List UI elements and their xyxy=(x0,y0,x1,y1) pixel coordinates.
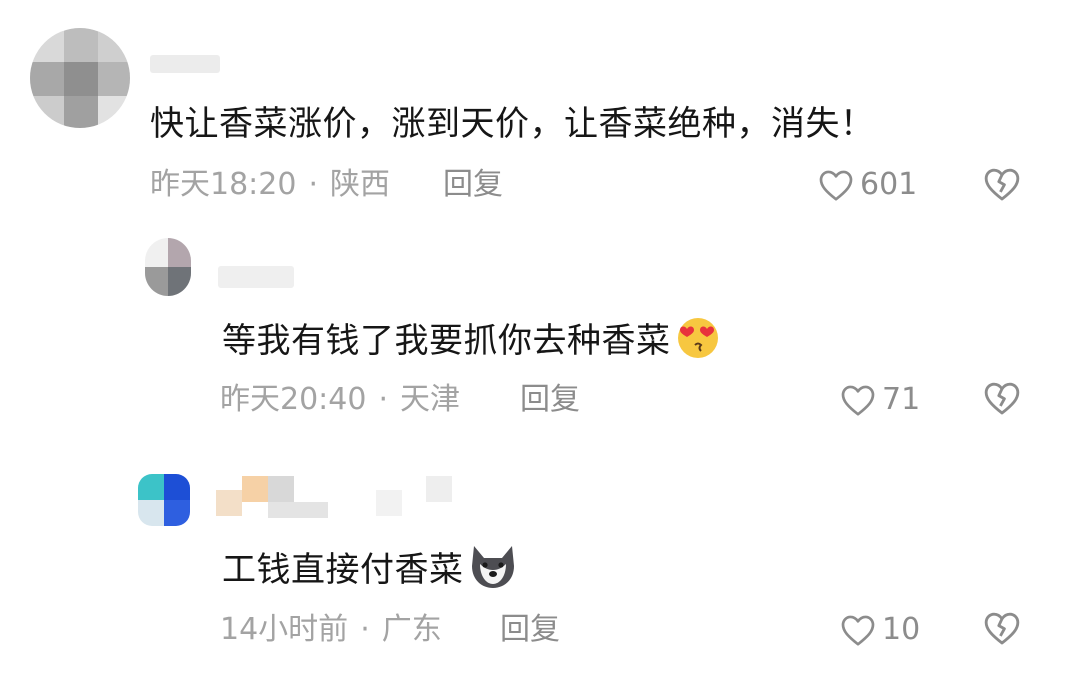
dislike-button[interactable] xyxy=(983,380,1021,420)
avatar[interactable] xyxy=(138,474,190,526)
comment-meta: 14小时前 · 广东 xyxy=(220,610,442,650)
comment-location: 广东 xyxy=(381,612,442,647)
username-blurred[interactable] xyxy=(216,476,452,518)
reply-button[interactable]: 回复 xyxy=(443,165,503,205)
heart-outline-icon xyxy=(819,170,853,201)
meta-separator: · xyxy=(308,167,319,202)
heart-eyes-face-icon xyxy=(673,314,723,371)
comment-text: 快让香菜涨价，涨到天价，让香菜绝种，消失！ xyxy=(150,104,875,144)
broken-heart-icon xyxy=(984,612,1020,645)
like-count: 71 xyxy=(882,382,921,417)
heart-outline-icon xyxy=(841,385,875,416)
meta-separator: · xyxy=(378,382,389,417)
avatar[interactable] xyxy=(145,238,191,296)
like-button[interactable]: 10 xyxy=(840,610,920,650)
comment-item: 工钱直接付香菜 14小时前 · 广东 回复 10 xyxy=(0,460,1066,692)
reply-button[interactable]: 回复 xyxy=(520,380,580,420)
comment-location: 陕西 xyxy=(330,167,391,202)
dislike-button[interactable] xyxy=(983,610,1021,650)
reply-button[interactable]: 回复 xyxy=(500,610,560,650)
like-count: 601 xyxy=(860,167,918,202)
comment-item: 等我有钱了我要抓你去种香菜 昨天20:40 · 天津 回复 71 xyxy=(0,230,1066,460)
like-button[interactable]: 601 xyxy=(818,165,917,205)
comment-time: 昨天20:40 xyxy=(220,382,367,417)
username-blurred[interactable] xyxy=(150,55,220,73)
comment-time: 14小时前 xyxy=(220,612,349,647)
heart-outline-icon xyxy=(841,615,875,646)
avatar[interactable] xyxy=(30,28,130,128)
comment-text: 等我有钱了我要抓你去种香菜 xyxy=(222,314,723,371)
husky-dog-face-icon xyxy=(466,542,520,601)
comment-text-body: 工钱直接付香菜 xyxy=(222,550,464,590)
comment-text: 工钱直接付香菜 xyxy=(222,542,520,601)
comment-meta: 昨天18:20 · 陕西 xyxy=(150,165,390,205)
dislike-button[interactable] xyxy=(983,166,1021,206)
comment-meta: 昨天20:40 · 天津 xyxy=(220,380,460,420)
comment-item: 快让香菜涨价，涨到天价，让香菜绝种，消失！ 昨天18:20 · 陕西 回复 601 xyxy=(0,0,1066,230)
meta-separator: · xyxy=(360,612,370,647)
username-blurred[interactable] xyxy=(218,266,294,288)
broken-heart-icon xyxy=(984,168,1020,201)
comment-location: 天津 xyxy=(400,382,461,417)
comment-time: 昨天18:20 xyxy=(150,167,297,202)
comment-text-body: 等我有钱了我要抓你去种香菜 xyxy=(222,321,671,361)
broken-heart-icon xyxy=(984,382,1020,415)
like-button[interactable]: 71 xyxy=(840,380,920,420)
like-count: 10 xyxy=(882,612,921,647)
